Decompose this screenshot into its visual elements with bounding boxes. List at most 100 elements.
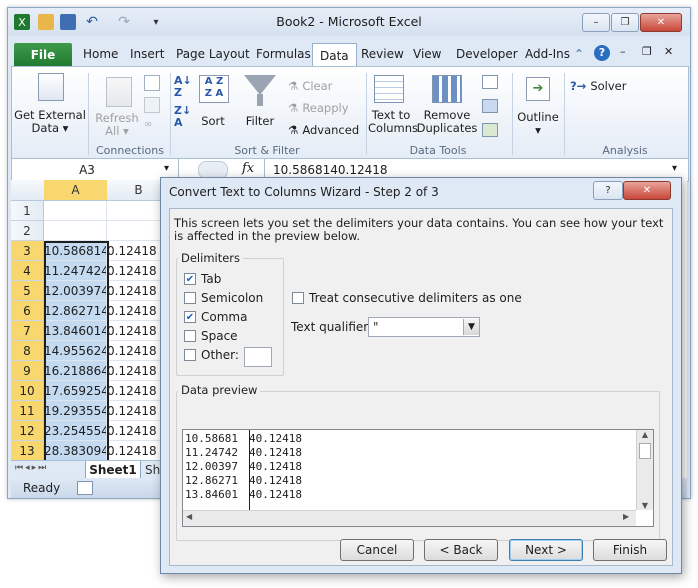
- tab-view[interactable]: View: [406, 43, 448, 65]
- tab-data[interactable]: Data: [312, 43, 357, 67]
- advanced-button[interactable]: ⚗ Advanced: [288, 123, 359, 137]
- row-header[interactable]: 5: [11, 281, 44, 301]
- scroll-right-icon[interactable]: ▶: [623, 512, 629, 521]
- delimiter-checkbox[interactable]: ✔: [184, 273, 196, 285]
- solver-button[interactable]: ?→ Solver: [570, 79, 626, 93]
- workbook-restore-icon[interactable]: ❐: [642, 45, 652, 58]
- column-header-a[interactable]: A: [44, 180, 108, 201]
- row-header[interactable]: 13: [11, 441, 44, 461]
- delimiter-checkbox[interactable]: [184, 349, 196, 361]
- ribbon-collapse-icon[interactable]: ⌃: [574, 47, 584, 61]
- name-box-dropdown-icon[interactable]: ▾: [164, 163, 169, 174]
- row-header[interactable]: 11: [11, 401, 44, 421]
- tab-review[interactable]: Review: [354, 43, 411, 65]
- tab-developer[interactable]: Developer: [449, 43, 525, 65]
- other-delimiter-input[interactable]: [244, 347, 272, 367]
- workbook-close-icon[interactable]: ✕: [664, 45, 673, 58]
- delimiter-option[interactable]: Semicolon: [184, 291, 263, 305]
- scroll-down-icon[interactable]: ▼: [637, 501, 653, 510]
- row-header[interactable]: 12: [11, 421, 44, 441]
- tab-insert[interactable]: Insert: [123, 43, 171, 65]
- row-header[interactable]: 9: [11, 361, 44, 381]
- sheet-tab-partial[interactable]: Sh: [145, 463, 160, 477]
- row-header[interactable]: 1: [11, 201, 44, 221]
- delimiter-option[interactable]: ✔ Tab: [184, 272, 221, 286]
- treat-consecutive-checkbox[interactable]: [292, 292, 304, 304]
- filter-button[interactable]: Filter: [238, 115, 282, 128]
- restore-button[interactable]: ❐: [611, 13, 639, 32]
- refresh-all-button[interactable]: Refresh All ▾: [92, 112, 142, 138]
- scroll-up-icon[interactable]: ▲: [637, 430, 653, 439]
- close-button[interactable]: ✕: [640, 13, 682, 32]
- data-validation-icon[interactable]: [482, 75, 498, 89]
- workbook-minimize-icon[interactable]: –: [620, 45, 626, 58]
- cell-a[interactable]: 16.218864: [44, 361, 107, 381]
- dialog-close-button[interactable]: ✕: [623, 181, 671, 200]
- macro-record-icon[interactable]: [77, 481, 93, 495]
- cell-a[interactable]: 17.659254: [44, 381, 107, 401]
- cell-a[interactable]: 12.862714: [44, 301, 107, 321]
- scroll-left-icon[interactable]: ◀: [186, 512, 192, 521]
- scroll-thumb[interactable]: [639, 443, 651, 459]
- text-to-columns-button[interactable]: Text to Columns: [368, 109, 418, 135]
- minimize-button[interactable]: –: [582, 13, 610, 32]
- reapply-button[interactable]: ⚗ Reapply: [288, 101, 349, 115]
- cell-a[interactable]: 23.254554: [44, 421, 107, 441]
- row-header[interactable]: 3: [11, 241, 44, 261]
- edit-links-icon[interactable]: ∞: [144, 119, 158, 130]
- tab-page-layout[interactable]: Page Layout: [169, 43, 257, 65]
- delimiter-checkbox[interactable]: ✔: [184, 311, 196, 323]
- cell-a[interactable]: 10.586814: [44, 241, 107, 261]
- cell-a[interactable]: 13.846014: [44, 321, 107, 341]
- next-button[interactable]: Next >: [509, 539, 583, 561]
- cell-a[interactable]: [44, 201, 107, 221]
- treat-consecutive-checkbox-row[interactable]: Treat consecutive delimiters as one: [292, 291, 522, 305]
- row-header[interactable]: 7: [11, 321, 44, 341]
- cell-a[interactable]: 11.247424: [44, 261, 107, 281]
- consolidate-icon[interactable]: [482, 99, 498, 113]
- delimiter-option[interactable]: Other:: [184, 348, 239, 362]
- what-if-analysis-icon[interactable]: [482, 123, 498, 137]
- select-all-corner[interactable]: [11, 180, 45, 201]
- sort-button[interactable]: Sort: [192, 115, 234, 128]
- clear-button[interactable]: ⚗ Clear: [288, 79, 332, 93]
- outline-button[interactable]: Outline ▾: [516, 111, 560, 137]
- delimiter-checkbox[interactable]: [184, 292, 196, 304]
- cell-a[interactable]: 28.383094: [44, 441, 107, 461]
- tab-file[interactable]: File: [14, 43, 72, 67]
- row-header[interactable]: 10: [11, 381, 44, 401]
- insert-function-icon[interactable]: fx: [242, 161, 254, 176]
- preview-horizontal-scrollbar[interactable]: ◀ ▶: [183, 510, 636, 526]
- row-header[interactable]: 8: [11, 341, 44, 361]
- dialog-help-button[interactable]: ?: [593, 181, 623, 200]
- expand-formula-bar-icon[interactable]: ▾: [672, 163, 677, 174]
- data-preview-box[interactable]: 10.58681 40.12418 11.24742 40.12418 12.00397…: [182, 429, 654, 527]
- cell-a[interactable]: 12.003974: [44, 281, 107, 301]
- cell-a[interactable]: [44, 221, 107, 241]
- properties-icon[interactable]: [144, 97, 160, 113]
- delimiter-option[interactable]: Space: [184, 329, 238, 343]
- delimiter-option[interactable]: ✔ Comma: [184, 310, 247, 324]
- get-external-data-button[interactable]: Get External Data ▾: [14, 109, 86, 135]
- tab-formulas[interactable]: Formulas: [249, 43, 318, 65]
- preview-vertical-scrollbar[interactable]: ▲ ▼: [636, 430, 653, 510]
- tab-home[interactable]: Home: [76, 43, 125, 65]
- row-header[interactable]: 2: [11, 221, 44, 241]
- connections-icon[interactable]: [144, 75, 160, 91]
- cell-a[interactable]: 14.955624: [44, 341, 107, 361]
- text-qualifier-dropdown-icon[interactable]: ▼: [463, 319, 479, 335]
- text-qualifier-select[interactable]: " ▼: [368, 317, 480, 337]
- finish-button[interactable]: Finish: [593, 539, 667, 561]
- cancel-button[interactable]: Cancel: [340, 539, 414, 561]
- cell-a[interactable]: 19.293554: [44, 401, 107, 421]
- remove-duplicates-button[interactable]: Remove Duplicates: [416, 109, 478, 135]
- back-button[interactable]: < Back: [424, 539, 498, 561]
- name-box[interactable]: A3 ▾: [12, 159, 179, 181]
- sort-za-icon[interactable]: Z↓ A: [174, 105, 191, 129]
- delimiter-checkbox[interactable]: [184, 330, 196, 342]
- sort-az-icon[interactable]: A↓ Z: [174, 75, 192, 99]
- sheet-tab-sheet1[interactable]: Sheet1: [85, 461, 141, 479]
- row-header[interactable]: 6: [11, 301, 44, 321]
- sheet-nav-arrows-icon[interactable]: ⏮◂▸⏭: [15, 463, 48, 473]
- tab-add-ins[interactable]: Add-Ins: [518, 43, 577, 65]
